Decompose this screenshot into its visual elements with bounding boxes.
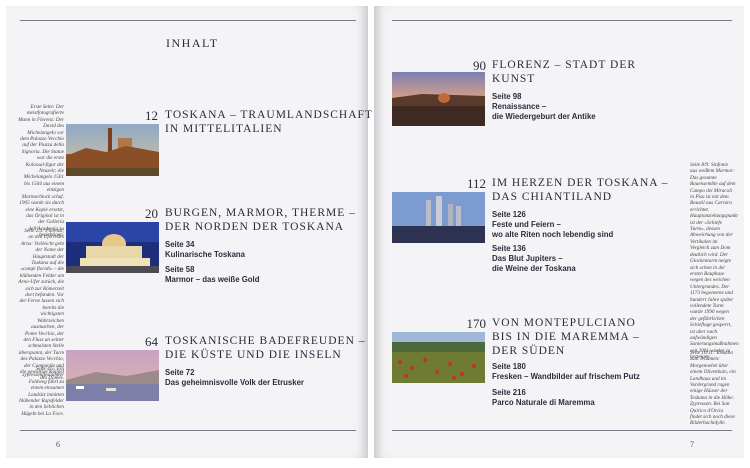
photo-poppy-field — [392, 332, 485, 383]
caption-first-page: Erste Seite: Der meistfotografierte Mann… — [18, 104, 64, 239]
photo-pisa-cathedral — [66, 222, 159, 273]
page-number-left: 6 — [56, 440, 60, 449]
chapter-title-line: DER SÜDEN — [492, 345, 566, 357]
section-name: Parco Naturale di Maremma — [492, 398, 595, 407]
section-page: Seite 98 — [492, 92, 522, 101]
chapter-page-number: 64 — [145, 334, 158, 349]
chapter-title-line: VON MONTEPULCIANO — [492, 317, 636, 329]
chapter-title-line: FLORENZ – STADT DER — [492, 59, 637, 71]
chapter-title-line: BIS IN DIE MAREMMA – — [492, 331, 640, 343]
bottom-rule-left — [20, 430, 356, 431]
section-name: Das geheimnisvolle Volk der Etrusker — [165, 378, 304, 387]
chapter-title: FLORENZ – STADT DER KUNST — [492, 58, 636, 86]
chapter-title: VON MONTEPULCIANO BIS IN DIE MAREMMA – D… — [492, 316, 640, 358]
chapter-title-line: IN MITTELITALIEN — [165, 123, 283, 135]
section-name: Das Blut Jupiters – — [492, 254, 563, 263]
section-page: Seite 136 — [492, 244, 526, 253]
photo-san-gimignano-towers — [392, 192, 485, 243]
caption-column-right-2: Seite 10/11: Toskana zum Träumen: Morgen… — [690, 350, 736, 429]
photo-siena-skyline — [66, 124, 159, 176]
caption-page-2-3: Seite 2/3: Florenzt, an den Ufern des Ar… — [18, 228, 64, 382]
section-page: Seite 216 — [492, 388, 526, 397]
chapter-page-number: 112 — [466, 176, 486, 191]
caption-column-left: Erste Seite: Der meistfotografierte Mann… — [18, 104, 64, 241]
caption-page-8-9: Seite 8/9: Sinfonie aus weißem Marmor: D… — [690, 162, 739, 361]
section-entry: Seite 72 Das geheimnisvolle Volk der Etr… — [165, 368, 304, 388]
section-name: Marmor – das weiße Gold — [165, 275, 260, 284]
caption-page-4-5: Seite 4/5: Ein zypressengesäumter Feldwe… — [19, 366, 64, 417]
chapter-title-line: TOSKANISCHE BADEFREUDEN – — [165, 335, 366, 347]
caption-page-10-11: Seite 10/11: Toskana zum Träumen: Morgen… — [690, 350, 736, 427]
chapter-title: BURGEN, MARMOR, THERME – DER NORDEN DER … — [165, 206, 356, 234]
section-page: Seite 34 — [165, 240, 195, 249]
chapter-title: TOSKANISCHE BADEFREUDEN – DIE KÜSTE UND … — [165, 334, 366, 362]
section-entry: Seite 216 Parco Naturale di Maremma — [492, 388, 595, 408]
section-entry: Seite 98 Renaissance – die Wiedergeburt … — [492, 92, 596, 122]
section-page: Seite 72 — [165, 368, 195, 377]
section-name: Kulinarische Toskana — [165, 250, 246, 259]
chapter-title-line: DAS CHIANTILAND — [492, 191, 613, 203]
chapter-title: IM HERZEN DER TOSKANA – DAS CHIANTILAND — [492, 176, 669, 204]
section-entry: Seite 136 Das Blut Jupiters – die Weine … — [492, 244, 576, 274]
section-page: Seite 126 — [492, 210, 526, 219]
section-entry: Seite 58 Marmor – das weiße Gold — [165, 265, 259, 285]
section-name: Fresken – Wandbilder auf frischem Putz — [492, 372, 640, 381]
chapter-page-number: 20 — [145, 206, 158, 221]
section-entry: Seite 180 Fresken – Wandbilder auf frisc… — [492, 362, 640, 382]
page-number-right: 7 — [690, 440, 694, 449]
section-name: die Wiedergeburt der Antike — [492, 112, 596, 121]
section-name: Renaissance – — [492, 102, 547, 111]
chapter-title-line: BURGEN, MARMOR, THERME – — [165, 207, 356, 219]
photo-florence-dusk — [392, 72, 485, 126]
section-name: die Weine der Toskana — [492, 264, 576, 273]
chapter-title-line: DIE KÜSTE UND DIE INSELN — [165, 349, 342, 361]
section-entry: Seite 126 Feste und Feiern – wo alte Rit… — [492, 210, 613, 240]
chapter-title-line: IM HERZEN DER TOSKANA – — [492, 177, 669, 189]
section-name: wo alte Riten noch lebendig sind — [492, 230, 614, 239]
chapter-page-number: 170 — [466, 316, 487, 331]
chapter-page-number: 90 — [473, 58, 486, 73]
bottom-rule-right — [392, 430, 732, 431]
photo-coastal-harbour — [66, 350, 159, 401]
section-entry: Seite 34 Kulinarische Toskana — [165, 240, 245, 260]
section-page: Seite 180 — [492, 362, 526, 371]
chapter-title-line: DER NORDEN DER TOSKANA — [165, 221, 345, 233]
section-page: Seite 58 — [165, 265, 195, 274]
chapter-title: TOSKANA – TRAUMLANDSCHAFT IN MITTELITALI… — [165, 108, 373, 136]
chapter-title-line: TOSKANA – TRAUMLANDSCHAFT — [165, 109, 373, 121]
caption-column-left-3: Seite 4/5: Ein zypressengesäumter Feldwe… — [18, 366, 64, 419]
caption-column-right: Seite 8/9: Sinfonie aus weißem Marmor: D… — [690, 162, 739, 363]
page-title: INHALT — [166, 36, 219, 50]
chapter-title-line: KUNST — [492, 73, 536, 85]
section-name: Feste und Feiern – — [492, 220, 561, 229]
top-rule-left — [20, 20, 356, 21]
chapter-page-number: 12 — [145, 108, 158, 123]
top-rule-right — [392, 20, 732, 21]
caption-column-left-2: Seite 2/3: Florenzt, an den Ufern des Ar… — [18, 228, 64, 384]
